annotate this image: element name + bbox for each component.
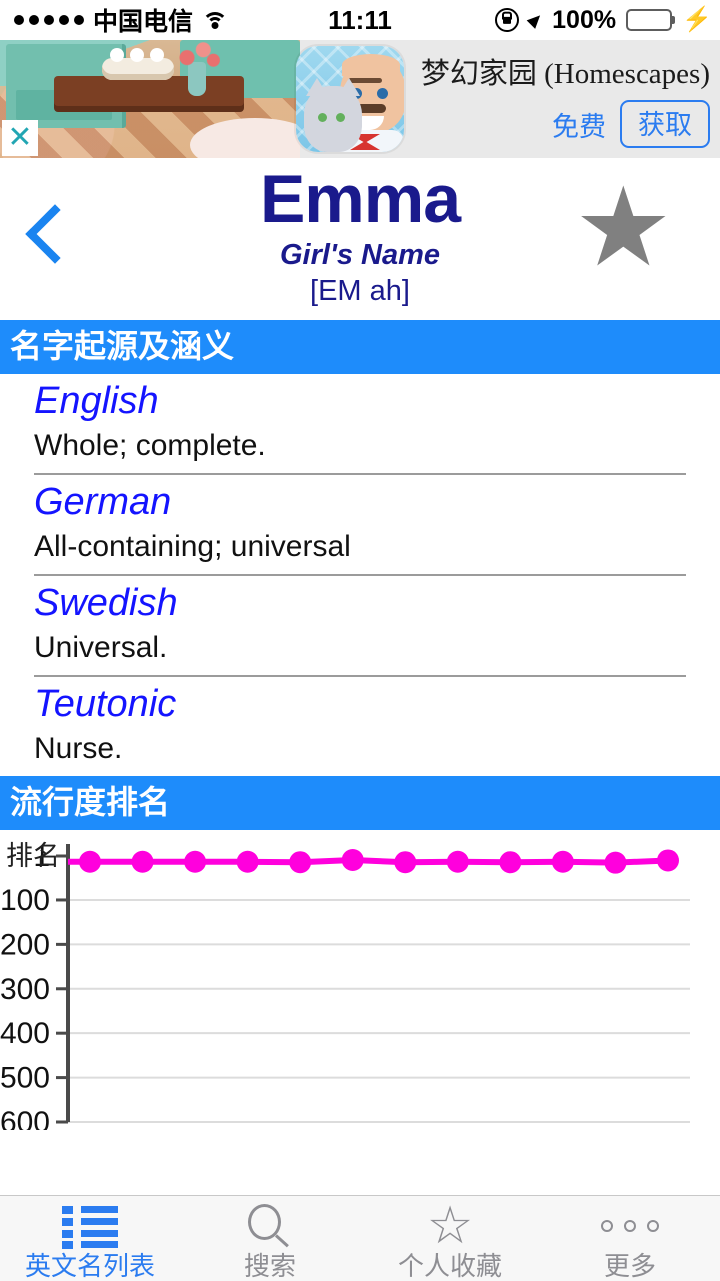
ad-app-title: 梦幻家园 (Homescapes) bbox=[420, 58, 710, 90]
tab-label: 英文名列表 bbox=[24, 1251, 155, 1281]
origin-language: Teutonic bbox=[34, 683, 177, 725]
ad-price-label: 免费 bbox=[552, 111, 606, 142]
tab-label: 搜索 bbox=[243, 1251, 296, 1281]
ellipsis-icon bbox=[601, 1202, 659, 1250]
rotation-lock-icon bbox=[495, 8, 520, 32]
origin-meaning: Whole; complete. bbox=[34, 429, 266, 462]
app-root: 中国电信 11:11 100% ⚡ 梦幻家园 (Homescapes) 免费 获… bbox=[0, 0, 720, 1281]
origin-language: Swedish bbox=[34, 582, 178, 624]
origins-list: English Whole; complete. German All-cont… bbox=[0, 374, 720, 776]
tab-name-list[interactable]: 英文名列表 bbox=[0, 1196, 180, 1281]
clock-label: 11:11 bbox=[328, 4, 392, 35]
origins-section-header: 名字起源及涵义 bbox=[0, 320, 720, 374]
chart-y-axis-label: 排名 bbox=[6, 841, 60, 871]
search-icon bbox=[248, 1202, 292, 1250]
ad-artwork bbox=[0, 40, 300, 158]
origin-language: English bbox=[34, 380, 159, 422]
svg-text:600: 600 bbox=[0, 1106, 50, 1130]
tab-bar: 英文名列表 搜索 ☆ 个人收藏 更多 bbox=[0, 1195, 720, 1281]
ad-banner[interactable]: 梦幻家园 (Homescapes) 免费 获取 ✕ bbox=[0, 40, 720, 158]
status-bar: 中国电信 11:11 100% ⚡ bbox=[0, 0, 720, 40]
origin-meaning: Universal. bbox=[34, 631, 168, 664]
origin-language: German bbox=[34, 481, 172, 523]
close-icon[interactable]: ✕ bbox=[2, 120, 38, 156]
tab-label: 更多 bbox=[603, 1251, 656, 1281]
origin-meaning: All-containing; universal bbox=[34, 530, 351, 563]
popularity-chart: 排名 1 100 200 300 400 500 600 bbox=[0, 830, 720, 1140]
list-item: Swedish Universal. bbox=[0, 576, 720, 675]
ad-text-block: 梦幻家园 (Homescapes) 免费 获取 bbox=[420, 40, 710, 158]
tab-search[interactable]: 搜索 bbox=[180, 1196, 360, 1281]
favorite-star-icon[interactable]: ★ bbox=[574, 173, 673, 283]
chevron-left-icon[interactable] bbox=[25, 204, 85, 264]
svg-text:100: 100 bbox=[0, 884, 50, 917]
star-outline-icon: ☆ bbox=[426, 1197, 474, 1256]
ad-cta-row: 免费 获取 bbox=[552, 100, 710, 148]
battery-icon bbox=[626, 9, 673, 31]
page-title: Emma bbox=[259, 161, 461, 237]
name-gender-label: Girl's Name bbox=[279, 239, 441, 272]
list-item: German All-containing; universal bbox=[0, 475, 720, 574]
name-header: ★ Emma Girl's Name [EM ah] bbox=[0, 158, 720, 320]
ad-get-button[interactable]: 获取 bbox=[620, 100, 710, 148]
svg-text:200: 200 bbox=[0, 928, 50, 961]
list-item: Teutonic Nurse. bbox=[0, 677, 720, 776]
svg-text:300: 300 bbox=[0, 973, 50, 1006]
origin-meaning: Nurse. bbox=[34, 732, 123, 765]
tab-label: 个人收藏 bbox=[397, 1251, 502, 1281]
list-item: English Whole; complete. bbox=[0, 374, 720, 473]
ad-app-icon bbox=[296, 46, 404, 152]
popularity-section-header: 流行度排名 bbox=[0, 776, 720, 830]
list-icon bbox=[62, 1202, 118, 1250]
tab-favorites[interactable]: ☆ 个人收藏 bbox=[360, 1196, 540, 1281]
chart-canvas: 1100200300400500600 bbox=[0, 840, 690, 1130]
svg-text:500: 500 bbox=[0, 1062, 50, 1095]
svg-text:400: 400 bbox=[0, 1017, 50, 1050]
name-pronunciation-label: [EM ah] bbox=[310, 275, 410, 308]
tab-more[interactable]: 更多 bbox=[540, 1196, 720, 1281]
